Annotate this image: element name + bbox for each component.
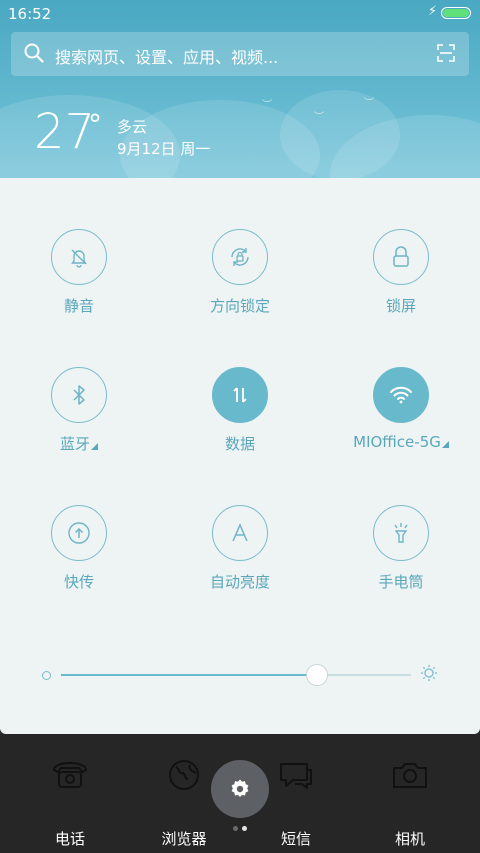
- search-icon: [24, 43, 44, 63]
- toggle-silent[interactable]: 静音: [9, 229, 149, 316]
- search-placeholder: 搜索网页、设置、应用、视频...: [55, 48, 279, 67]
- degree-symbol: °: [88, 108, 102, 141]
- mobile-data-icon: [233, 387, 247, 403]
- phone-icon: [52, 761, 88, 788]
- auto-brightness-icon: [232, 523, 248, 542]
- toggle-auto-brightness-label: 自动亮度: [209, 573, 270, 591]
- brightness-thumb[interactable]: [305, 664, 328, 686]
- temperature: 27: [34, 104, 96, 160]
- bell-mute-icon: [71, 249, 87, 268]
- page-indicator-2: [242, 826, 247, 831]
- bluetooth-icon: [73, 385, 85, 405]
- brightness-fill: [61, 674, 317, 676]
- search-bar[interactable]: 搜索网页、设置、应用、视频...: [11, 32, 469, 76]
- brightness-high-icon: [421, 665, 437, 681]
- toggle-flashlight[interactable]: 手电筒: [331, 505, 471, 592]
- toggle-mobile-data-circle[interactable]: [212, 367, 268, 423]
- brightness-track[interactable]: [61, 664, 411, 686]
- toggle-rotation-lock-label: 方向锁定: [209, 297, 270, 315]
- page-indicator-1: [233, 826, 238, 831]
- battery-icon: [441, 7, 471, 19]
- brightness-slider[interactable]: [40, 661, 440, 691]
- toggle-rotation-lock-circle[interactable]: [212, 229, 268, 285]
- toggle-lock-screen[interactable]: 锁屏: [331, 229, 471, 316]
- weather-condition: 多云: [117, 118, 148, 136]
- home-dock: 电话 浏览器 短信 相机: [0, 734, 480, 853]
- toggle-wifi[interactable]: MIOffice-5G: [331, 367, 471, 451]
- wifi-icon: [390, 386, 412, 404]
- scan-icon[interactable]: [437, 44, 455, 62]
- flashlight-icon: [394, 523, 408, 543]
- app-messages[interactable]: 短信: [256, 752, 336, 849]
- status-bar: 16:52 ⚡: [0, 0, 480, 28]
- toggle-rotation-lock[interactable]: 方向锁定: [170, 229, 310, 316]
- toggle-mobile-data[interactable]: 数据: [170, 367, 310, 454]
- toggle-silent-circle[interactable]: [51, 229, 107, 285]
- toggle-wifi-label: MIOffice-5G: [331, 433, 471, 451]
- toggle-auto-brightness-circle[interactable]: [212, 505, 268, 561]
- toggle-bluetooth-circle[interactable]: [51, 367, 107, 423]
- toggle-quick-transfer-circle[interactable]: [51, 505, 107, 561]
- rotation-lock-icon: [231, 248, 249, 266]
- clock: 16:52: [8, 5, 52, 23]
- weather-date: 9月12日 周一: [117, 140, 211, 158]
- globe-icon: [169, 760, 199, 790]
- app-camera[interactable]: 相机: [370, 752, 450, 849]
- charging-icon: ⚡: [428, 4, 438, 19]
- lock-icon: [393, 246, 409, 267]
- gear-icon: [231, 779, 249, 798]
- app-phone[interactable]: 电话: [30, 752, 110, 849]
- settings-button[interactable]: [211, 760, 269, 818]
- app-camera-label: 相机: [394, 830, 425, 848]
- quick-settings-panel: 静音 方向锁定 锁屏 蓝牙 数据 MIOffice-5G 快传 自动亮度 手电筒: [0, 178, 480, 734]
- toggle-flashlight-label: 手电筒: [378, 573, 424, 591]
- toggle-mobile-data-label: 数据: [224, 435, 255, 453]
- toggle-wifi-circle[interactable]: [373, 367, 429, 423]
- toggle-silent-label: 静音: [63, 297, 94, 315]
- message-icon: [280, 763, 312, 789]
- toggle-auto-brightness[interactable]: 自动亮度: [170, 505, 310, 592]
- weather-header: ︶ ︶ ︶ 16:52 ⚡ 搜索网页、设置、应用、视频... 27 ° 多云 9…: [0, 0, 480, 180]
- quick-transfer-icon: [68, 522, 90, 544]
- app-browser[interactable]: 浏览器: [144, 752, 224, 849]
- app-browser-label: 浏览器: [161, 830, 207, 848]
- toggle-quick-transfer[interactable]: 快传: [9, 505, 149, 592]
- toggle-flashlight-circle[interactable]: [373, 505, 429, 561]
- toggle-lock-screen-label: 锁屏: [385, 297, 416, 315]
- brightness-low-icon: [42, 671, 51, 680]
- app-phone-label: 电话: [54, 830, 85, 848]
- camera-icon: [393, 763, 427, 788]
- toggle-quick-transfer-label: 快传: [63, 573, 94, 591]
- toggle-bluetooth-label: 蓝牙: [9, 433, 149, 454]
- toggle-bluetooth[interactable]: 蓝牙: [9, 367, 149, 454]
- app-messages-label: 短信: [280, 830, 311, 848]
- toggle-lock-screen-circle[interactable]: [373, 229, 429, 285]
